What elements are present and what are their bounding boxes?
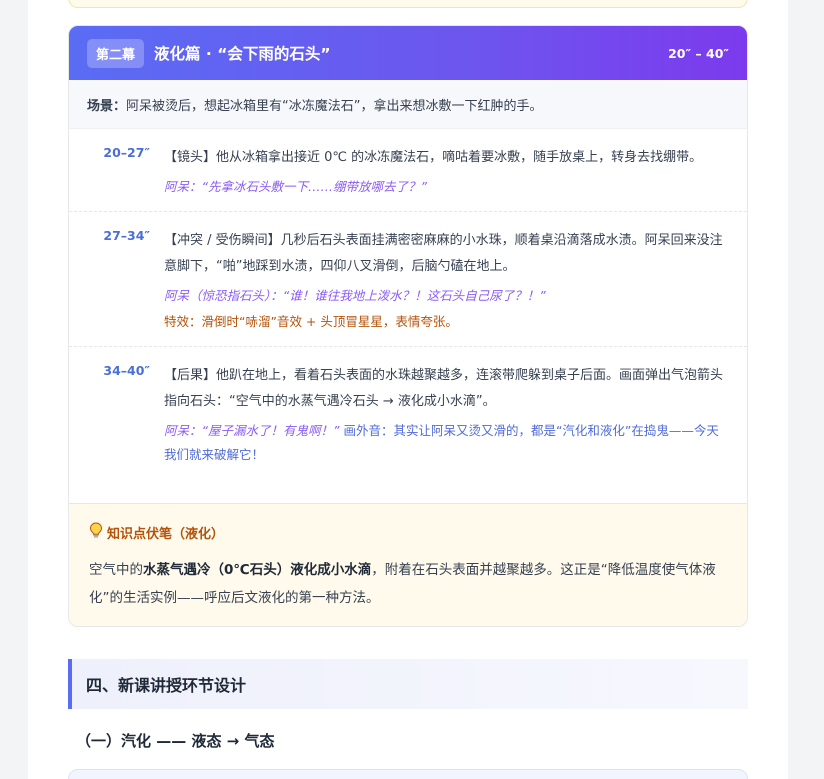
shot-description: 【后果】他趴在地上，看着石头表面的水珠越聚越多，连滚带爬躲到桌子后面。画面弹出气… (164, 368, 724, 409)
knowledge-text-pre: 空气中的 (89, 562, 143, 578)
character-line: 阿呆：“屋子漏水了！有鬼啊！” (164, 423, 340, 438)
next-card (68, 769, 748, 779)
shot-row: 27–34″ 【冲突 / 受伤瞬间】几秒后石头表面挂满密密麻麻的小水珠，顺着桌沿… (69, 212, 747, 347)
chapter-title: 液化篇 · “会下雨的石头” (154, 45, 331, 63)
shot-dialog: 阿呆：“先拿冰石头敷一下……绷带放哪去了？” (164, 179, 427, 194)
shot-row: 20–27″ 【镜头】他从冰箱拿出接近 0℃ 的冰冻魔法石，嘀咕着要冰敷，随手放… (69, 129, 747, 212)
subsection-heading: （一）汽化 —— 液态 → 气态 (76, 732, 275, 750)
shot-time: 34–40″ (103, 363, 150, 378)
knowledge-title: 知识点伏笔（液化） (107, 526, 225, 542)
knowledge-title-row: 知识点伏笔（液化） (89, 522, 727, 542)
scene-description: 场景： 阿呆被烫后，想起冰箱里有“冰冻魔法石”，拿出来想冰敷一下红肿的手。 (69, 80, 747, 129)
section-heading: 四、新课讲授环节设计 (68, 659, 748, 709)
shot-time: 27–34″ (103, 228, 150, 243)
previous-card (68, 0, 748, 8)
chapter-badge: 第二幕 (87, 38, 145, 68)
knowledge-box: 知识点伏笔（液化） 空气中的水蒸气遇冷（0℃石头）液化成小水滴，附着在石头表面并… (69, 503, 747, 626)
shot-dialog: 阿呆（惊恐指石头）：“谁！谁往我地上泼水？！这石头自己尿了？！” (164, 288, 546, 303)
knowledge-text: 空气中的水蒸气遇冷（0℃石头）液化成小水滴，附着在石头表面并越聚越多。这正是“降… (89, 556, 727, 612)
shot-dialog: 阿呆：“屋子漏水了！有鬼啊！” 画外音：其实让阿呆又烫又滑的，都是“汽化和液化”… (164, 419, 727, 467)
scene-label: 场景： (87, 98, 127, 114)
page: 第二幕 液化篇 · “会下雨的石头” 20″ – 40″ 场景： 阿呆被烫后，想… (28, 0, 788, 779)
chapter-time-range: 20″ – 40″ (668, 45, 729, 61)
shot-description: 【冲突 / 受伤瞬间】几秒后石头表面挂满密密麻麻的小水珠，顺着桌沿滴落成水渍。阿… (164, 233, 723, 274)
chapter-card: 第二幕 液化篇 · “会下雨的石头” 20″ – 40″ 场景： 阿呆被烫后，想… (68, 25, 748, 627)
chapter-header: 第二幕 液化篇 · “会下雨的石头” 20″ – 40″ (69, 26, 747, 80)
lightbulb-icon (89, 522, 103, 542)
shot-description: 【镜头】他从冰箱拿出接近 0℃ 的冰冻魔法石，嘀咕着要冰敷，随手放桌上，转身去找… (164, 150, 703, 165)
shot-row: 34–40″ 【后果】他趴在地上，看着石头表面的水珠越聚越多，连滚带爬躲到桌子后… (69, 347, 747, 479)
shot-effect: 特效：滑倒时“哧溜”音效 + 头顶冒星星，表情夸张。 (164, 314, 458, 329)
knowledge-text-bold: 水蒸气遇冷（0℃石头）液化成小水滴 (143, 562, 372, 578)
scene-text: 阿呆被烫后，想起冰箱里有“冰冻魔法石”，拿出来想冰敷一下红肿的手。 (126, 98, 543, 114)
shot-time: 20–27″ (103, 145, 150, 160)
